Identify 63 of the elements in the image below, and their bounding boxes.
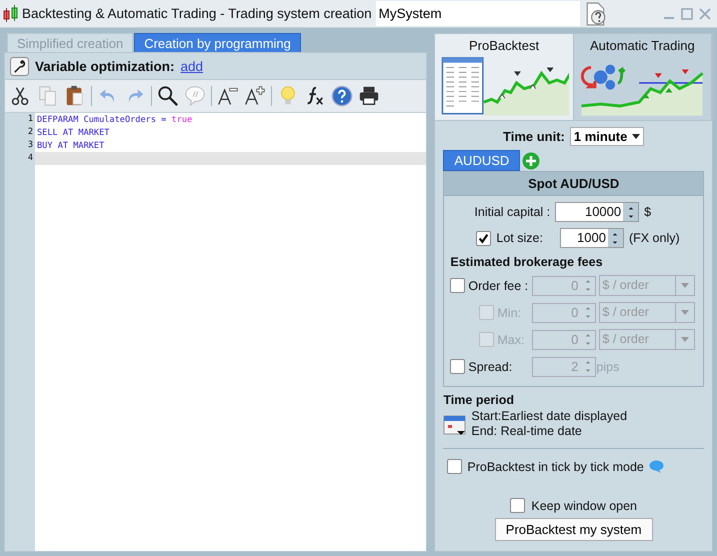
tick-mode-checkbox[interactable] xyxy=(447,459,462,474)
lot-size-spinner[interactable]: 1000 xyxy=(560,228,624,248)
code-line: SELL AT MARKET xyxy=(36,128,110,138)
line-number: 4 xyxy=(5,152,35,165)
fee-label: Order fee : xyxy=(468,278,530,292)
add-icon[interactable] xyxy=(522,152,540,170)
code-line: BUY AT MARKET xyxy=(36,140,104,150)
fee-checkbox[interactable] xyxy=(450,278,466,293)
increase-font-icon[interactable] xyxy=(244,85,266,107)
window-title: Backtesting & Automatic Trading - Trading system creation xyxy=(22,6,373,21)
end-date-text: End: Real-time date xyxy=(471,424,583,439)
fee-label: Spread: xyxy=(468,360,514,374)
optimization-label: Variable optimization: xyxy=(35,58,175,74)
line-number: 2 xyxy=(5,126,35,139)
caret-icon xyxy=(681,310,690,315)
initial-capital-spinner[interactable]: 10000 xyxy=(555,202,640,222)
paste-icon[interactable] xyxy=(64,85,86,107)
close-icon[interactable] xyxy=(699,8,711,20)
mode-tab[interactable]: ProBacktest xyxy=(435,34,574,120)
search-icon[interactable] xyxy=(157,85,179,107)
caret-icon xyxy=(681,337,690,342)
calendar-icon[interactable] xyxy=(443,413,468,437)
wrench-icon[interactable] xyxy=(10,56,29,76)
fee-label: Max: xyxy=(497,332,526,346)
keep-open-checkbox[interactable] xyxy=(510,498,526,513)
printer-icon[interactable] xyxy=(358,85,380,107)
caret-icon xyxy=(681,283,690,288)
fees-heading: Estimated brokerage fees xyxy=(450,255,604,269)
start-date-text: Start:Earliest date displayed xyxy=(471,409,628,424)
instrument-title: Spot AUD/USD xyxy=(444,172,703,196)
decrease-font-icon[interactable] xyxy=(217,85,239,107)
lot-size-checkbox[interactable] xyxy=(476,230,492,246)
comment-icon[interactable] xyxy=(184,85,206,107)
currency-unit: $ xyxy=(644,205,652,219)
help-icon[interactable] xyxy=(331,85,353,107)
candlestick-icon xyxy=(3,4,19,22)
speech-bubble-icon[interactable] xyxy=(648,460,664,473)
run-backtest-button[interactable]: ProBacktest my system xyxy=(494,518,653,541)
tab[interactable]: Creation by programming xyxy=(134,33,301,52)
time-period-heading: Time period xyxy=(443,393,516,407)
code-line: DEFPARAM CumulateOrders = true xyxy=(36,114,192,124)
add-link[interactable]: add xyxy=(180,58,204,74)
fee-label: Min: xyxy=(497,306,522,320)
time-unit-dropdown[interactable]: 1 minute xyxy=(570,127,644,146)
caret-icon xyxy=(632,134,640,139)
time-unit-label: Time unit: xyxy=(503,129,565,144)
maximize-icon[interactable] xyxy=(681,8,693,20)
system-name-field[interactable]: MySystem xyxy=(376,1,580,26)
mode-tab[interactable]: Automatic Trading xyxy=(574,34,712,120)
tick-mode-label: ProBacktest in tick by tick mode xyxy=(467,460,644,474)
fee-unit: pips xyxy=(596,360,620,374)
fee-checkbox[interactable] xyxy=(450,359,466,374)
help-document-icon[interactable] xyxy=(584,2,608,26)
tab[interactable]: Simplified creation xyxy=(7,33,134,52)
spin-arrows-icon[interactable] xyxy=(628,206,634,218)
keep-open-label: Keep window open xyxy=(531,498,638,512)
initial-capital-label: Initial capital : xyxy=(474,205,550,219)
line-number: 3 xyxy=(5,139,35,152)
spin-arrows-icon[interactable] xyxy=(612,232,618,244)
lot-size-label: Lot size: xyxy=(496,231,543,245)
line-number: 1 xyxy=(5,113,35,126)
instrument-tab[interactable]: AUDUSD xyxy=(443,150,520,171)
lot-size-note: (FX only) xyxy=(628,231,680,245)
